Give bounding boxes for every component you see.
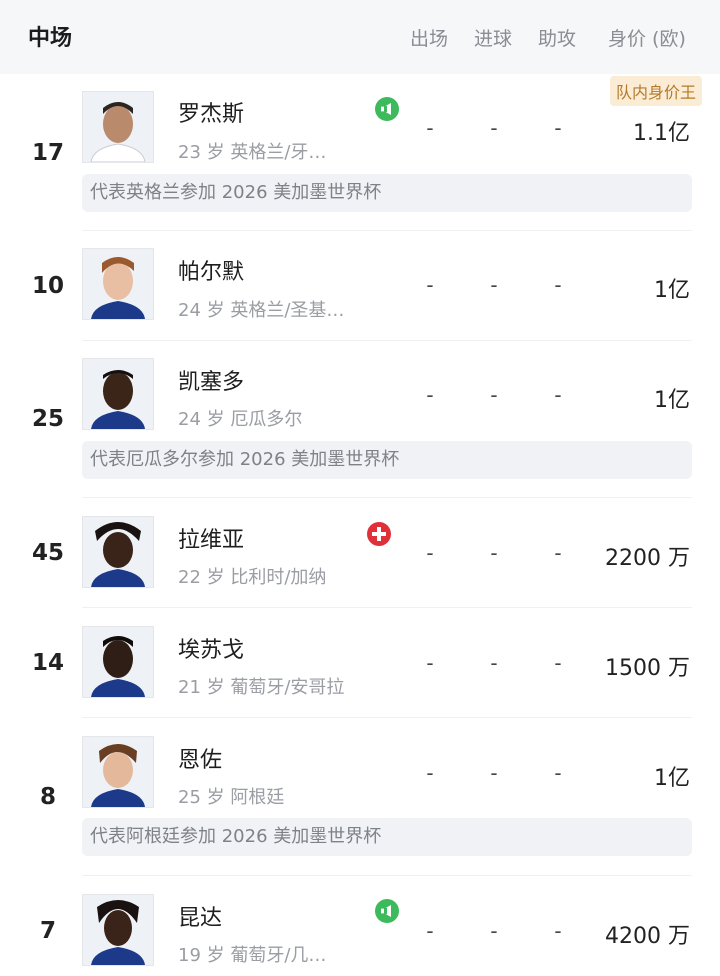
stat-goals: -	[490, 116, 498, 140]
player-name[interactable]: 恩佐	[178, 742, 222, 774]
player-meta: 22 岁 比利时/加纳	[178, 567, 327, 588]
player-avatar[interactable]	[82, 736, 154, 808]
row-divider	[82, 607, 692, 608]
world-cup-note: 代表英格兰参加 2026 美加墨世界杯	[82, 174, 692, 212]
player-name[interactable]: 凯塞多	[178, 364, 244, 396]
stat-apps: -	[426, 383, 434, 407]
top-value-badge: 队内身价王	[609, 76, 702, 106]
column-header-apps[interactable]: 出场	[410, 24, 448, 51]
row-divider	[82, 340, 692, 341]
stat-apps: -	[426, 116, 434, 140]
jersey-number: 25	[31, 406, 64, 432]
avatar-portrait	[83, 895, 153, 965]
player-meta: 25 岁 阿根廷	[178, 787, 285, 808]
jersey-number: 7	[39, 918, 56, 944]
section-header: 中场 出场 进球 助攻 身价 (欧)	[0, 0, 720, 74]
stat-apps: -	[426, 651, 434, 675]
player-name[interactable]: 昆达	[178, 900, 222, 932]
player-name[interactable]: 埃苏戈	[178, 632, 244, 664]
stat-assists: -	[554, 651, 562, 675]
column-header-assists[interactable]: 助攻	[538, 24, 576, 51]
avatar-portrait	[83, 92, 153, 162]
avatar-portrait	[83, 249, 153, 319]
jersey-number: 17	[31, 140, 64, 166]
row-divider	[82, 230, 692, 231]
avatar-portrait	[83, 517, 153, 587]
market-value: 1.1亿	[633, 121, 690, 146]
substitute-icon	[375, 97, 399, 121]
player-meta: 19 岁 葡萄牙/几…	[178, 945, 327, 966]
market-value: 1亿	[654, 388, 690, 413]
substitute-icon	[375, 899, 399, 923]
stat-assists: -	[554, 273, 562, 297]
market-value: 4200 万	[605, 924, 690, 949]
player-avatar[interactable]	[82, 358, 154, 430]
avatar-portrait	[83, 359, 153, 429]
row-divider	[82, 497, 692, 498]
player-meta: 24 岁 英格兰/圣基…	[178, 300, 345, 321]
stat-assists: -	[554, 761, 562, 785]
player-name[interactable]: 拉维亚	[178, 522, 244, 554]
player-meta: 21 岁 葡萄牙/安哥拉	[178, 677, 345, 698]
jersey-number: 10	[31, 273, 64, 299]
stat-apps: -	[426, 761, 434, 785]
stat-goals: -	[490, 761, 498, 785]
stat-assists: -	[554, 919, 562, 943]
avatar-portrait	[83, 627, 153, 697]
player-avatar[interactable]	[82, 91, 154, 163]
jersey-number: 8	[39, 784, 56, 810]
player-name[interactable]: 罗杰斯	[178, 96, 244, 128]
player-meta: 24 岁 厄瓜多尔	[178, 409, 303, 430]
player-avatar[interactable]	[82, 248, 154, 320]
stat-goals: -	[490, 651, 498, 675]
stat-goals: -	[490, 919, 498, 943]
market-value: 1亿	[654, 278, 690, 303]
jersey-number: 14	[31, 650, 64, 676]
row-divider	[82, 717, 692, 718]
world-cup-note: 代表厄瓜多尔参加 2026 美加墨世界杯	[82, 441, 692, 479]
stat-apps: -	[426, 919, 434, 943]
stat-assists: -	[554, 383, 562, 407]
jersey-number: 45	[31, 540, 64, 566]
stat-assists: -	[554, 116, 562, 140]
stat-goals: -	[490, 273, 498, 297]
player-avatar[interactable]	[82, 516, 154, 588]
row-divider	[82, 875, 692, 876]
column-header-goals[interactable]: 进球	[474, 24, 512, 51]
section-title: 中场	[28, 26, 73, 51]
stat-goals: -	[490, 541, 498, 565]
market-value: 1亿	[654, 766, 690, 791]
player-avatar[interactable]	[82, 626, 154, 698]
player-name[interactable]: 帕尔默	[178, 254, 244, 286]
stat-assists: -	[554, 541, 562, 565]
injury-icon	[367, 522, 391, 546]
player-meta: 23 岁 英格兰/牙…	[178, 142, 327, 163]
market-value: 1500 万	[605, 656, 690, 681]
avatar-portrait	[83, 737, 153, 807]
column-header-value[interactable]: 身价 (欧)	[608, 24, 686, 51]
stat-apps: -	[426, 541, 434, 565]
market-value: 2200 万	[605, 546, 690, 571]
stat-apps: -	[426, 273, 434, 297]
player-avatar[interactable]	[82, 894, 154, 966]
world-cup-note: 代表阿根廷参加 2026 美加墨世界杯	[82, 818, 692, 856]
stat-goals: -	[490, 383, 498, 407]
